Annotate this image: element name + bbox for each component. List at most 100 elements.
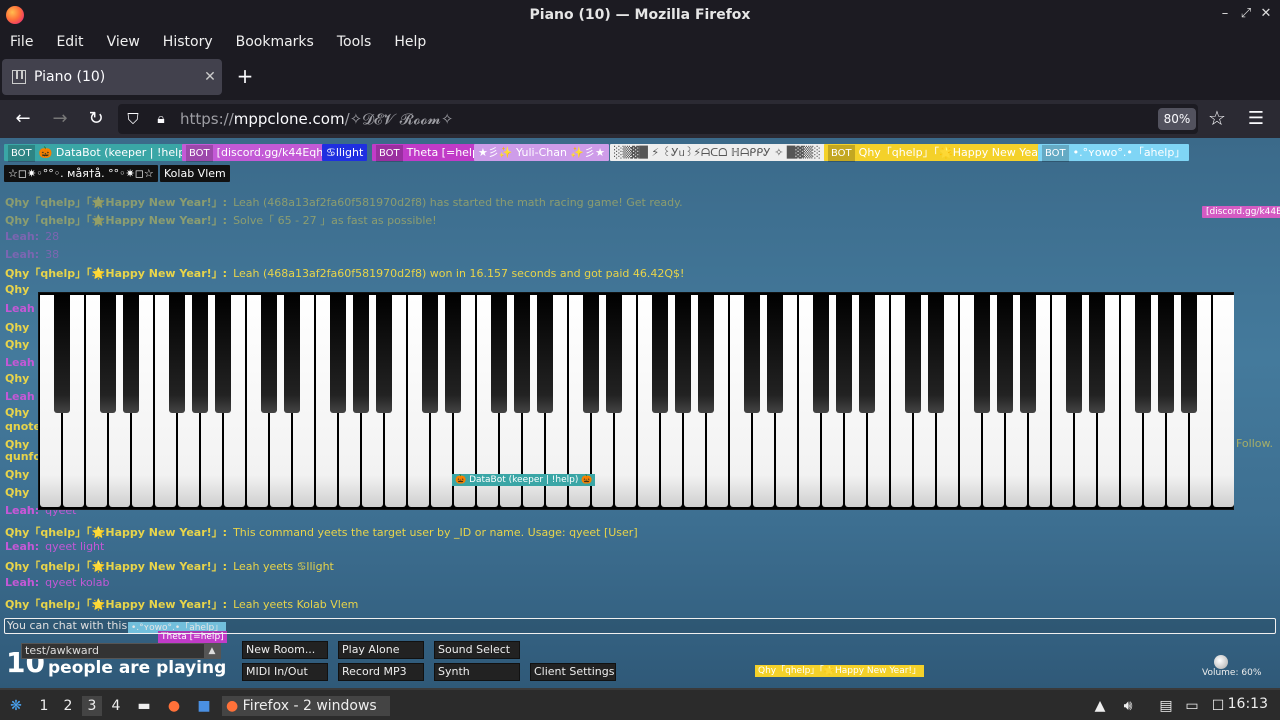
- menu-history[interactable]: History: [163, 34, 213, 50]
- black-key[interactable]: [54, 293, 70, 413]
- bookmark-star-icon[interactable]: ☆: [1206, 106, 1228, 130]
- black-key[interactable]: [537, 293, 553, 413]
- black-key[interactable]: [376, 293, 392, 413]
- black-key[interactable]: [1181, 293, 1197, 413]
- black-key[interactable]: [974, 293, 990, 413]
- black-key[interactable]: [905, 293, 921, 413]
- desktop-icon[interactable]: ■: [193, 696, 215, 716]
- user-tag[interactable]: ☆◻✷◦°°◦. ᴍåя†å. °°◦✷◻☆: [4, 165, 158, 182]
- workspace-4[interactable]: 4: [106, 696, 126, 716]
- black-key[interactable]: [100, 293, 116, 413]
- back-arrow-icon[interactable]: ←: [12, 108, 34, 130]
- chat-author[interactable]: Qhy「qhelp」「🌟Happy New Year!」:: [5, 560, 227, 573]
- lock-icon[interactable]: 🔒︎: [150, 108, 172, 130]
- menu-edit[interactable]: Edit: [56, 34, 83, 50]
- black-key[interactable]: [123, 293, 139, 413]
- menu-file[interactable]: File: [10, 34, 33, 50]
- tab-piano[interactable]: Piano (10) ✕: [2, 59, 222, 95]
- clipboard-icon[interactable]: ▤: [1156, 696, 1176, 716]
- play-alone-button[interactable]: Play Alone: [338, 641, 424, 659]
- synth-button[interactable]: Synth: [434, 663, 520, 681]
- black-key[interactable]: [192, 293, 208, 413]
- black-key[interactable]: [813, 293, 829, 413]
- black-key[interactable]: [1020, 293, 1036, 413]
- workspace-3[interactable]: 3: [82, 696, 102, 716]
- app-menu-icon[interactable]: ☰: [1246, 108, 1266, 130]
- black-key[interactable]: [606, 293, 622, 413]
- file-manager-icon[interactable]: ▬: [134, 696, 154, 716]
- start-menu-icon[interactable]: ❋: [6, 696, 26, 716]
- chat-author[interactable]: Qhy「qhelp」「🌟Happy New Year!」:: [5, 267, 227, 280]
- user-tag[interactable]: ♋llight: [322, 144, 368, 161]
- chat-author[interactable]: Leah:: [5, 230, 39, 243]
- user-tag[interactable]: BOT 🎃 DataBot (keeper | !help) 🎃: [4, 144, 211, 162]
- chat-author[interactable]: Qhy「qhelp」「🌟Happy New Year!」:: [5, 214, 227, 227]
- piano-keyboard[interactable]: [38, 292, 1234, 510]
- black-key[interactable]: [836, 293, 852, 413]
- chevron-up-icon[interactable]: ▲: [204, 644, 220, 658]
- black-key[interactable]: [1089, 293, 1105, 413]
- maximize-button[interactable]: ⤢: [1238, 6, 1254, 22]
- black-key[interactable]: [859, 293, 875, 413]
- new-room-button[interactable]: New Room...: [242, 641, 328, 659]
- black-key[interactable]: [744, 293, 760, 413]
- volume-icon[interactable]: 🔊︎: [1118, 696, 1138, 716]
- black-key[interactable]: [1135, 293, 1151, 413]
- new-tab-button[interactable]: +: [233, 64, 257, 88]
- user-tag[interactable]: ★彡✨ Yuli-Chan ✨彡★: [474, 144, 609, 161]
- firefox-launcher-icon[interactable]: ●: [163, 696, 185, 716]
- minimize-button[interactable]: –: [1217, 6, 1233, 22]
- black-key[interactable]: [583, 293, 599, 413]
- chat-author[interactable]: Leah:: [5, 248, 39, 261]
- workspace-2[interactable]: 2: [58, 696, 78, 716]
- black-key[interactable]: [284, 293, 300, 413]
- black-key[interactable]: [652, 293, 668, 413]
- menu-bookmarks[interactable]: Bookmarks: [236, 34, 314, 50]
- reload-icon[interactable]: ↻: [85, 108, 107, 130]
- black-key[interactable]: [1066, 293, 1082, 413]
- black-key[interactable]: [261, 293, 277, 413]
- tray-up-arrow-icon[interactable]: ▲: [1090, 696, 1110, 716]
- record-mp3-button[interactable]: Record MP3: [338, 663, 424, 681]
- room-select[interactable]: test/awkward ▲: [21, 643, 221, 659]
- client-settings-button[interactable]: Client Settings: [530, 663, 616, 681]
- sound-select-button[interactable]: Sound Select: [434, 641, 520, 659]
- user-tag[interactable]: BOT Qhy「qhelp」「🌟Happy New Year!」: [824, 144, 1062, 162]
- black-key[interactable]: [675, 293, 691, 413]
- black-key[interactable]: [767, 293, 783, 413]
- black-key[interactable]: [169, 293, 185, 413]
- close-window-button[interactable]: ✕: [1258, 6, 1274, 22]
- black-key[interactable]: [928, 293, 944, 413]
- zoom-level-badge[interactable]: 80%: [1158, 108, 1196, 130]
- midi-in-out-button[interactable]: MIDI In/Out: [242, 663, 328, 681]
- menu-help[interactable]: Help: [394, 34, 426, 50]
- black-key[interactable]: [215, 293, 231, 413]
- white-key[interactable]: [1213, 295, 1234, 507]
- black-key[interactable]: [491, 293, 507, 413]
- url-bar[interactable]: ⛉ 🔒︎ https://mppclone.com/✧𝓓𝓔𝓥 𝓡𝓸𝓸𝓶✧: [118, 104, 1198, 134]
- forward-arrow-icon[interactable]: →: [49, 108, 71, 130]
- black-key[interactable]: [514, 293, 530, 413]
- side-user-tag[interactable]: [discord.gg/k44Eqha]: [1202, 206, 1280, 218]
- user-tag[interactable]: BOT •.°ʏᴏᴡᴏ°.•「ahelp」: [1038, 144, 1190, 162]
- chat-author[interactable]: Qhy「qhelp」「🌟Happy New Year!」:: [5, 598, 227, 611]
- notification-icon[interactable]: ☐: [1208, 696, 1228, 716]
- tab-close-icon[interactable]: ✕: [198, 69, 222, 85]
- black-key[interactable]: [1158, 293, 1174, 413]
- workspace-1[interactable]: 1: [34, 696, 54, 716]
- chat-author[interactable]: Leah:: [5, 576, 39, 589]
- black-key[interactable]: [997, 293, 1013, 413]
- shield-icon[interactable]: ⛉: [122, 108, 144, 130]
- user-tag[interactable]: ░▒▓█ ⚡ ꒰Ꭹᥙ꒱⚡ᗩᑕᗝ ℍᗩᑭᑭᎩ ✧ █▓▒░: [610, 144, 825, 161]
- user-tag[interactable]: BOT Theta [=help]: [372, 144, 488, 162]
- menu-view[interactable]: View: [107, 34, 140, 50]
- taskbar-firefox-window[interactable]: ● Firefox - 2 windows: [222, 696, 390, 716]
- black-key[interactable]: [698, 293, 714, 413]
- chat-author[interactable]: Leah:: [5, 540, 39, 553]
- user-tag[interactable]: BOT [discord.gg/k44Eqha]: [182, 144, 339, 162]
- black-key[interactable]: [353, 293, 369, 413]
- url-text[interactable]: https://mppclone.com/✧𝓓𝓔𝓥 𝓡𝓸𝓸𝓶✧: [180, 110, 454, 128]
- black-key[interactable]: [445, 293, 461, 413]
- user-tag[interactable]: Kolab Vlem: [160, 165, 230, 182]
- display-icon[interactable]: ▭: [1182, 696, 1202, 716]
